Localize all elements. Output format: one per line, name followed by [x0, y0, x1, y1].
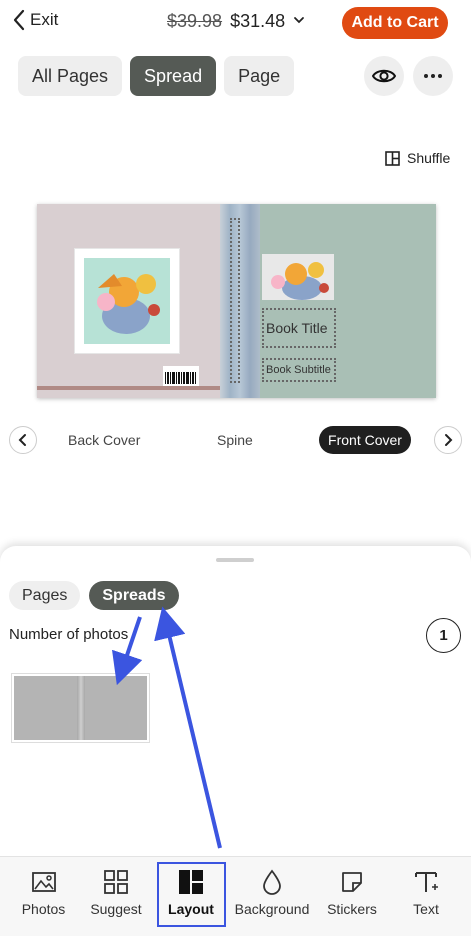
- back-cover-photo[interactable]: [75, 249, 179, 353]
- toolbar-stickers-label: Stickers: [327, 901, 377, 917]
- front-cover[interactable]: Book Title Book Subtitle: [260, 204, 436, 398]
- toolbar-text-label: Text: [413, 901, 439, 917]
- preview-button[interactable]: [364, 56, 404, 96]
- cartoon-image: [84, 258, 170, 344]
- toolbar-text[interactable]: Text: [409, 857, 443, 936]
- exit-button[interactable]: Exit: [12, 9, 58, 31]
- layout-option[interactable]: [11, 673, 150, 743]
- book-subtitle-box[interactable]: Book Subtitle: [262, 358, 336, 382]
- layout-left-page: [14, 676, 77, 740]
- layout-grid-icon: [385, 150, 400, 166]
- layout-right-page: [84, 676, 147, 740]
- more-options-button[interactable]: [413, 56, 453, 96]
- toolbar-background[interactable]: Background: [232, 857, 312, 936]
- back-cover-tab[interactable]: Back Cover: [68, 432, 140, 448]
- spine-tab[interactable]: Spine: [217, 432, 253, 448]
- next-button[interactable]: [434, 426, 462, 454]
- sheet-tabs: Pages Spreads: [9, 581, 179, 610]
- view-tabs: All Pages Spread Page: [18, 56, 295, 96]
- chevron-down-icon: [293, 13, 305, 31]
- tab-spread[interactable]: Spread: [130, 56, 217, 96]
- shuffle-label: Shuffle: [407, 150, 451, 166]
- barcode: [163, 366, 199, 386]
- toolbar-photos-label: Photos: [21, 901, 66, 917]
- old-price: $39.98: [167, 11, 223, 31]
- top-bar: Exit $39.98 $31.48 Add to Cart: [0, 0, 471, 48]
- toolbar-photos[interactable]: Photos: [21, 857, 66, 936]
- shuffle-button[interactable]: Shuffle: [385, 150, 450, 166]
- more-horizontal-icon: [424, 74, 442, 78]
- cover-navigation: Back Cover Spine Front Cover: [0, 424, 471, 456]
- bottom-toolbar: Photos Suggest Layout Background Sticker…: [0, 856, 471, 936]
- exit-label: Exit: [30, 10, 59, 29]
- tab-page[interactable]: Page: [224, 56, 295, 96]
- tab-pages[interactable]: Pages: [9, 581, 81, 610]
- book-spread[interactable]: Book Title Book Subtitle: [37, 204, 436, 398]
- price-selector[interactable]: $39.98 $31.48: [167, 11, 305, 32]
- sheet-handle[interactable]: [216, 558, 254, 562]
- chevron-right-icon: [445, 434, 453, 446]
- layout-sheet: Pages Spreads Number of photos 1: [0, 546, 471, 856]
- toolbar-stickers[interactable]: Stickers: [326, 857, 378, 936]
- book-title-box[interactable]: Book Title: [262, 308, 336, 348]
- previous-button[interactable]: [9, 426, 37, 454]
- front-cover-photo[interactable]: [262, 254, 334, 300]
- number-of-photos-label: Number of photos: [9, 626, 129, 643]
- number-of-photos-selector[interactable]: 1: [426, 618, 461, 653]
- back-cover-stripe: [37, 386, 220, 390]
- back-cover[interactable]: [37, 204, 220, 398]
- toolbar-suggest[interactable]: Suggest: [89, 857, 143, 936]
- drop-icon: [263, 869, 281, 895]
- toolbar-background-label: Background: [234, 901, 310, 917]
- text-icon: [415, 872, 438, 892]
- grid-icon: [104, 870, 128, 894]
- chevron-left-icon: [13, 9, 25, 31]
- eye-icon: [372, 69, 396, 83]
- layout-highlight-box: [157, 862, 226, 927]
- add-to-cart-button[interactable]: Add to Cart: [342, 7, 448, 39]
- toolbar-suggest-label: Suggest: [90, 901, 142, 917]
- sticker-icon: [342, 872, 362, 892]
- layout-spine: [76, 676, 85, 740]
- front-cover-tab[interactable]: Front Cover: [319, 426, 411, 454]
- new-price: $31.48: [230, 11, 286, 31]
- tab-all-pages[interactable]: All Pages: [18, 56, 123, 96]
- spine-text-box[interactable]: [230, 218, 240, 383]
- chevron-left-icon: [18, 434, 26, 446]
- tab-spreads[interactable]: Spreads: [89, 581, 179, 610]
- spine[interactable]: [220, 204, 260, 398]
- image-icon: [31, 872, 56, 892]
